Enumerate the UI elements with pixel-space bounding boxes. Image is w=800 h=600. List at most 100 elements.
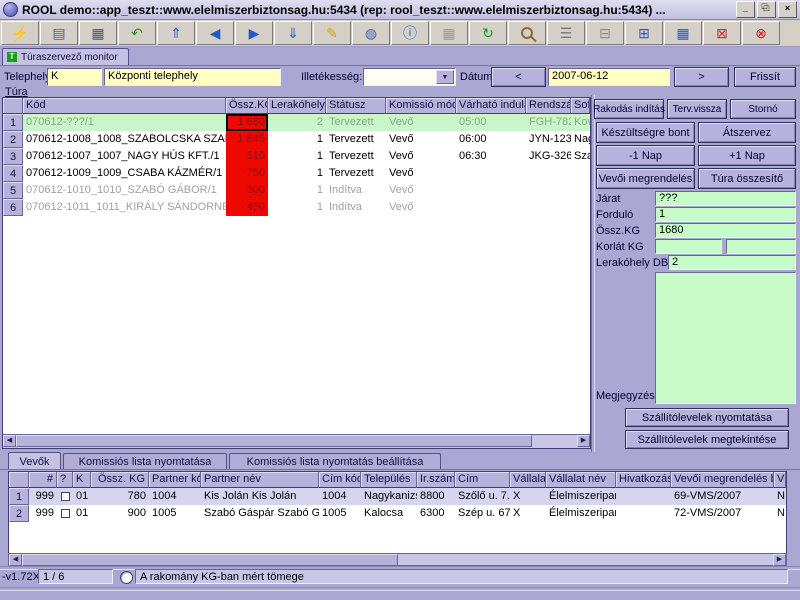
grid-rows-button[interactable]: ☰ [547, 21, 585, 45]
szallitolevelek-megtekintese-button[interactable]: Szállítólevelek megtekintése [625, 430, 789, 449]
vevok-col-telepules[interactable]: Település [361, 472, 417, 488]
tura-scroll-thumb[interactable] [16, 435, 532, 447]
tura-row[interactable]: 1070612-???/11 6802TervezettVevő05:00FGH… [3, 114, 590, 131]
minimize-button[interactable]: _ [736, 1, 755, 18]
vevok-col-partner_kod[interactable]: Partner kód [149, 472, 201, 488]
vevok-col-cim[interactable]: Cím [455, 472, 510, 488]
info-button[interactable]: ⓘ [391, 21, 429, 45]
scroll-left-icon[interactable]: ◀ [3, 435, 16, 447]
kg-radio[interactable] [120, 571, 133, 584]
exit-button[interactable]: ⊗ [742, 21, 780, 45]
database-button[interactable]: ◍ [352, 21, 390, 45]
tura-col-kod[interactable]: Kód [23, 98, 226, 114]
vevok-col-hivatkozas[interactable]: Hivatkozás [616, 472, 671, 488]
tura-col-ossz_kg[interactable]: Össz.KG [226, 98, 268, 114]
minus-1-nap-button[interactable]: -1 Nap [596, 145, 695, 166]
vevok-col-ossz_kg[interactable]: Össz. KG [91, 472, 149, 488]
print-button[interactable]: ⊟ [586, 21, 624, 45]
tura-col-statusz[interactable]: Státusz [326, 98, 386, 114]
storno-button[interactable]: Stornó [730, 99, 796, 119]
datum-input[interactable]: 2007-06-12 [548, 68, 670, 86]
vevok-col-k[interactable]: K [73, 472, 91, 488]
vevok-scroll-right-icon[interactable]: ▶ [773, 554, 786, 566]
close-window-button[interactable]: ⊠ [703, 21, 741, 45]
vevok-row[interactable]: 1999017801004Kis Jolán Kis Jolán1004Nagy… [9, 488, 786, 505]
lightning-button[interactable]: ⚡ [1, 21, 39, 45]
next-day-button[interactable]: > [674, 67, 729, 87]
vevok-col-cim_kod[interactable]: Cím kód [319, 472, 361, 488]
tura-col-komissio_mod[interactable]: Komissió mód [386, 98, 456, 114]
terv-vissza-button[interactable]: Terv.vissza [667, 99, 727, 119]
tura-osszesito-button[interactable]: Túra összesítő [698, 168, 796, 189]
atszervez-button[interactable]: Átszervez [698, 122, 796, 143]
tab-t-icon: T [7, 52, 17, 62]
tura-cell-komissio_mod: Vevő [386, 165, 456, 182]
open-folder-button[interactable]: ▤ [40, 21, 78, 45]
megjegyzes-textarea[interactable] [655, 272, 796, 404]
tab-vevok[interactable]: Vevők [8, 452, 61, 470]
first-record-button[interactable]: ⇑ [157, 21, 195, 45]
vevoi-megrendeles-button[interactable]: Vevői megrendelés [596, 168, 695, 189]
save-button[interactable]: ▦ [79, 21, 117, 45]
rakodas-inditas-button[interactable]: Rakodás indítás [594, 99, 664, 119]
vevok-col-irszam[interactable]: Ir.szám [417, 472, 455, 488]
vevok-h-scrollbar[interactable]: ◀ ▶ [8, 553, 787, 566]
row-checkbox[interactable] [61, 509, 70, 518]
row-checkbox[interactable] [61, 492, 70, 501]
tab-komissios-lista-nyomtatasa[interactable]: Komissiós lista nyomtatása [63, 453, 227, 470]
tura-col-lerakohely[interactable]: Lerakóhely [268, 98, 326, 114]
vevok-col-vallalat[interactable]: Vállalat [510, 472, 546, 488]
tab-turaszervezo-monitor[interactable]: T Túraszervező monitor [2, 48, 129, 65]
fordulo-field[interactable]: 1 [655, 207, 796, 222]
calculator-button[interactable]: ▦ [430, 21, 468, 45]
jarat-field[interactable]: ??? [655, 191, 796, 206]
vevok-col-q[interactable]: ? [57, 472, 73, 488]
table-export-button[interactable]: ⊞ [625, 21, 663, 45]
frissit-button[interactable]: Frissít [734, 67, 796, 87]
illetekesseg-select[interactable]: ▼ [363, 68, 456, 86]
vevok-col-partner_nev[interactable]: Partner név [201, 472, 319, 488]
next-record-button[interactable]: ▶ [235, 21, 273, 45]
scroll-right-icon[interactable]: ▶ [577, 435, 590, 447]
tura-row[interactable]: 3070612-1007_1007_NAGY HÚS KFT./15101Ter… [3, 148, 590, 165]
korlat-kg-field-2[interactable] [726, 239, 796, 254]
plus-1-nap-button[interactable]: +1 Nap [698, 145, 796, 166]
korlat-kg-field-1[interactable] [655, 239, 722, 254]
close-button[interactable]: × [778, 1, 797, 18]
search-button[interactable] [508, 21, 546, 45]
tura-row[interactable]: 5070612-1010_1010_SZABÓ GÁBOR/13001Indít… [3, 182, 590, 199]
undo-button[interactable]: ↶ [118, 21, 156, 45]
tura-col-sofor[interactable]: Sofőr [571, 98, 590, 114]
tura-col-varhato_indulas[interactable]: Várható indulás [456, 98, 526, 114]
prev-record-button[interactable]: ◀ [196, 21, 234, 45]
vevok-col-vallalat_nev[interactable]: Vállalat név [546, 472, 616, 488]
vevok-scroll-left-icon[interactable]: ◀ [9, 554, 22, 566]
telephely-code-input[interactable]: K [47, 68, 102, 86]
vevok-col-v[interactable]: V [774, 472, 786, 488]
tura-col-rendszam[interactable]: Rendszám [526, 98, 571, 114]
tura-cell-lerakohely: 1 [268, 182, 326, 199]
edit-button[interactable]: ✎ [313, 21, 351, 45]
vevok-cell-telepules: Kalocsa [361, 505, 417, 522]
szallitolevelek-nyomtatasa-button[interactable]: Szállítólevelek nyomtatása [625, 408, 789, 427]
tab-komissios-lista-nyomtatas-beallitasa[interactable]: Komissiós lista nyomtatás beállítása [229, 453, 441, 470]
vevok-col-hash[interactable]: # [29, 472, 57, 488]
restore-button[interactable]: □ [757, 1, 776, 18]
tura-row[interactable]: 4070612-1009_1009_CSABA KÁZMÉR/17501Terv… [3, 165, 590, 182]
tura-row[interactable]: 6070612-1011_1011_KIRÁLY SÁNDORNÉ/14501I… [3, 199, 590, 216]
refresh-button[interactable]: ↻ [469, 21, 507, 45]
lerakohely-db-field[interactable]: 2 [668, 255, 796, 270]
prev-day-button[interactable]: < [491, 67, 546, 87]
tura-h-scrollbar[interactable]: ◀ ▶ [3, 434, 590, 448]
vevok-col-biz_szam[interactable]: Vevői megrendelés biz.szám [671, 472, 774, 488]
tura-row[interactable]: 2070612-1008_1008_SZABOLCSKA SZABOLCS/11… [3, 131, 590, 148]
keszultsegre-bont-button[interactable]: Készültségre bont [596, 122, 695, 143]
table-import-button[interactable]: ▦ [664, 21, 702, 45]
title-bar: ROOL demo::app_teszt::www.elelmiszerbizt… [0, 0, 800, 20]
chevron-down-icon[interactable]: ▼ [436, 70, 454, 84]
vevok-row[interactable]: 2999019001005Szabó Gáspár Szabó Gáspár10… [9, 505, 786, 522]
ossz-kg-field[interactable]: 1680 [655, 223, 796, 238]
vevok-scroll-thumb[interactable] [22, 554, 398, 566]
telephely-name-input[interactable]: Központi telephely [104, 68, 281, 86]
last-record-button[interactable]: ⇓ [274, 21, 312, 45]
